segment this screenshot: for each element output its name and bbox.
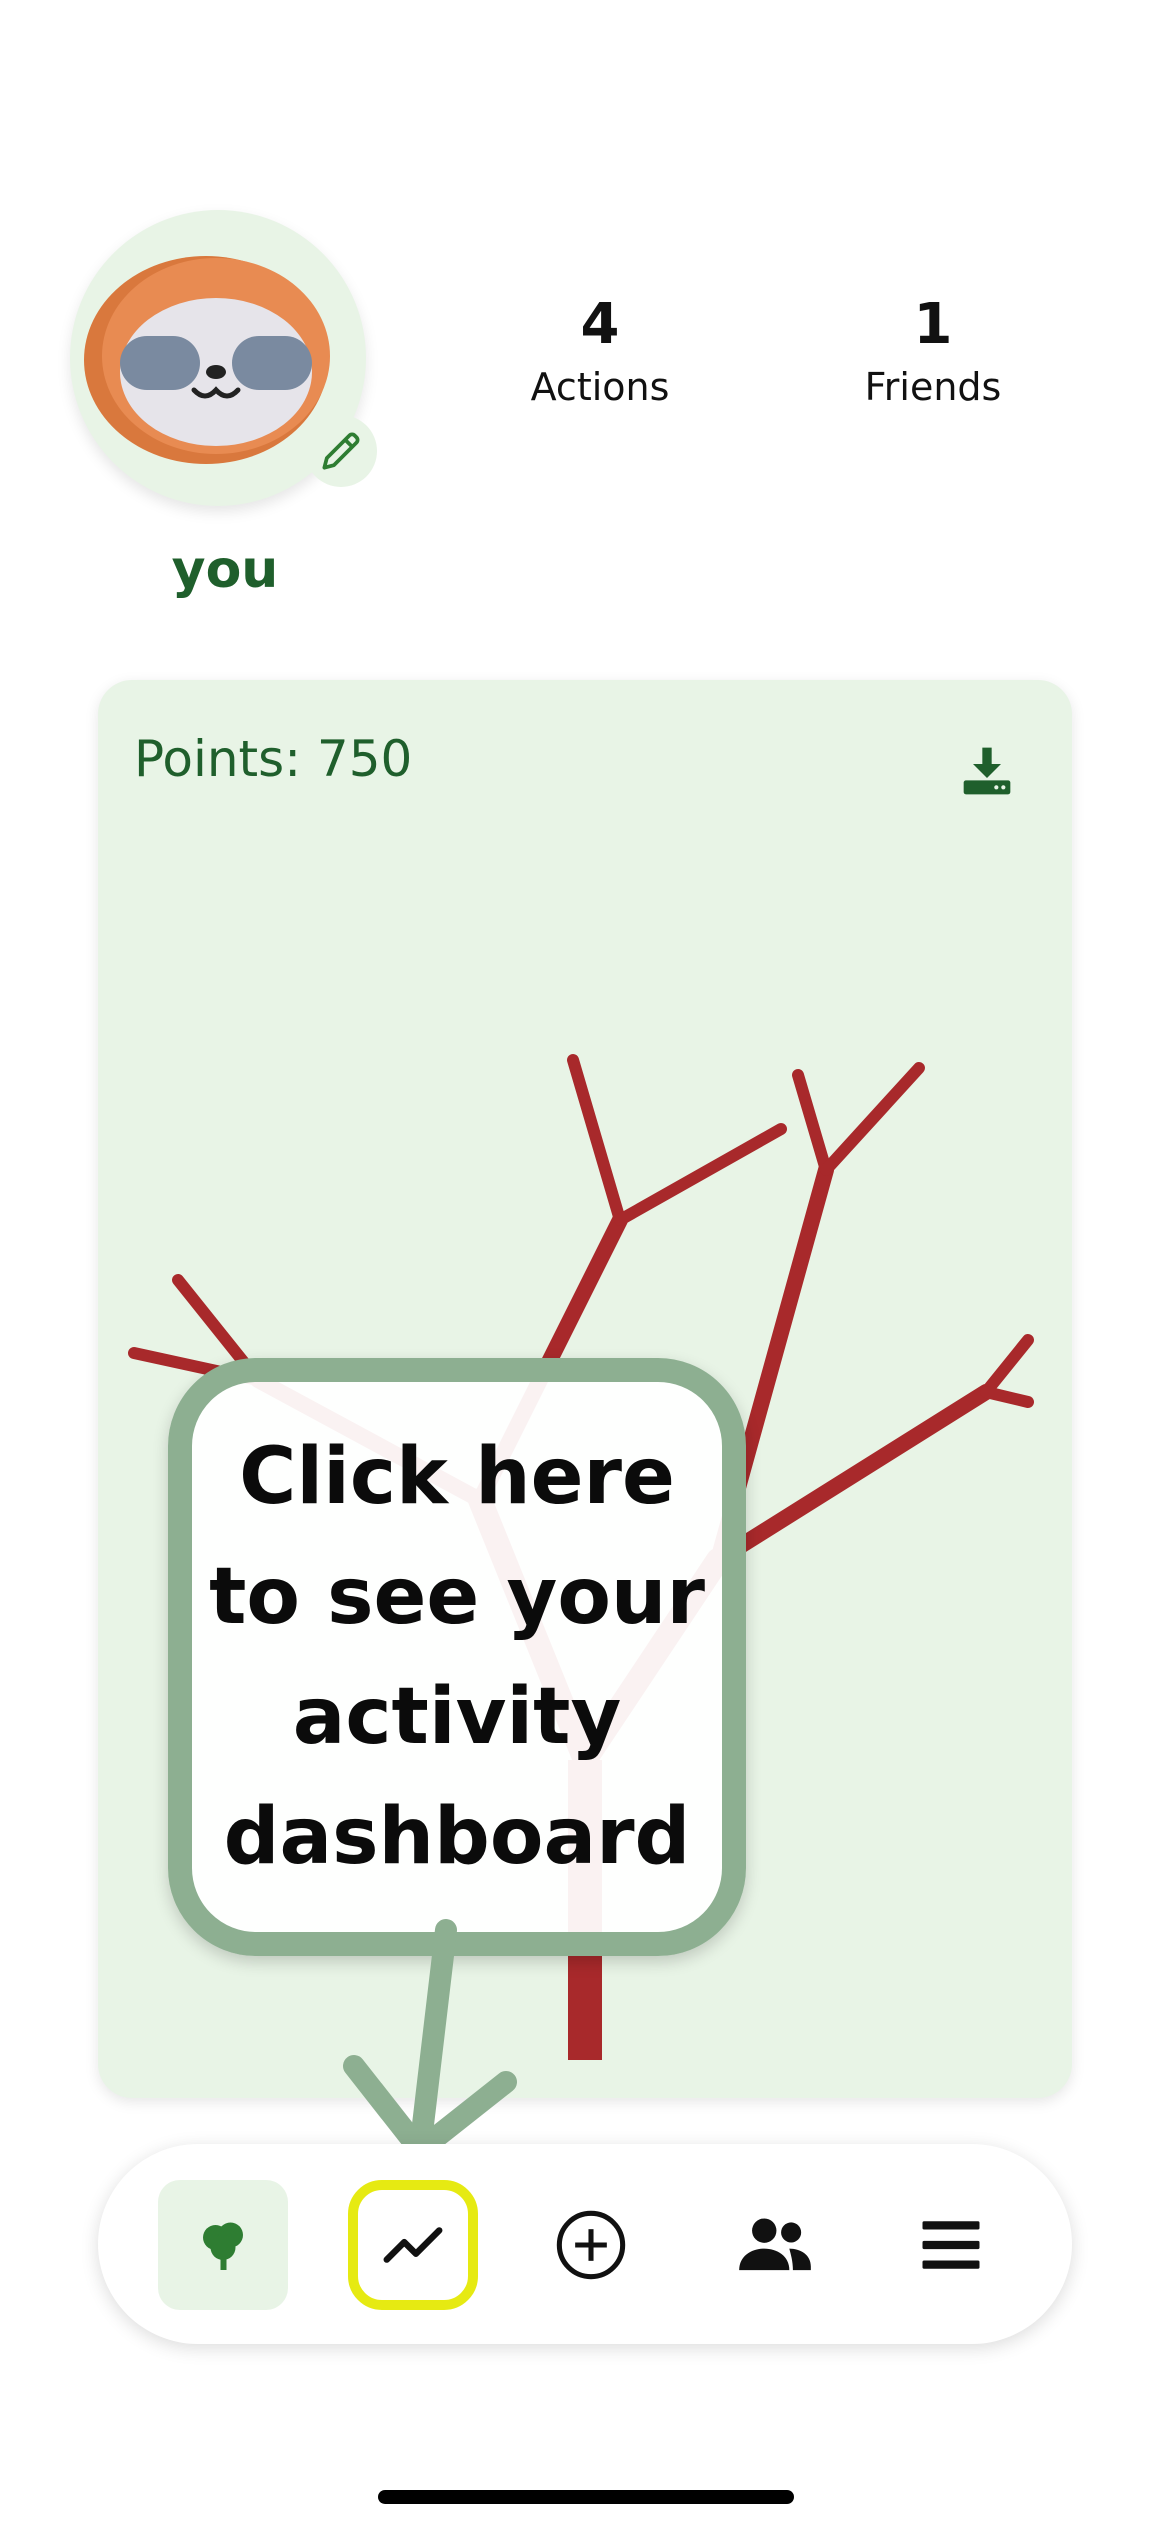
bottom-nav (98, 2144, 1072, 2344)
tooltip-text: Click here to see your activity dashboar… (209, 1432, 705, 1882)
points-label: Points: 750 (134, 730, 413, 788)
actions-stat[interactable]: 4 Actions (480, 290, 720, 414)
trend-chart-icon (383, 2227, 443, 2263)
nav-add-tab[interactable] (526, 2180, 656, 2310)
username: you (171, 540, 279, 600)
nav-dashboard-tab[interactable] (348, 2180, 478, 2310)
nav-tree-tab[interactable] (158, 2180, 288, 2310)
download-button[interactable] (952, 736, 1022, 806)
download-icon (963, 747, 1011, 795)
people-icon (739, 2218, 811, 2271)
actions-label: Actions (530, 365, 670, 409)
edit-avatar-button[interactable] (305, 415, 377, 487)
actions-count: 4 (580, 292, 620, 357)
friends-stat[interactable]: 1 Friends (813, 290, 1053, 414)
pencil-icon (322, 432, 360, 470)
hamburger-menu-icon (922, 2221, 980, 2269)
tree-icon (203, 2222, 243, 2270)
friends-label: Friends (864, 365, 1002, 409)
home-indicator[interactable] (378, 2490, 794, 2504)
onboarding-tooltip[interactable]: Click here to see your activity dashboar… (168, 1358, 746, 1956)
nav-friends-tab[interactable] (710, 2180, 840, 2310)
friends-count: 1 (913, 292, 953, 357)
plus-circle-icon (556, 2210, 626, 2280)
nav-menu-tab[interactable] (886, 2180, 1016, 2310)
